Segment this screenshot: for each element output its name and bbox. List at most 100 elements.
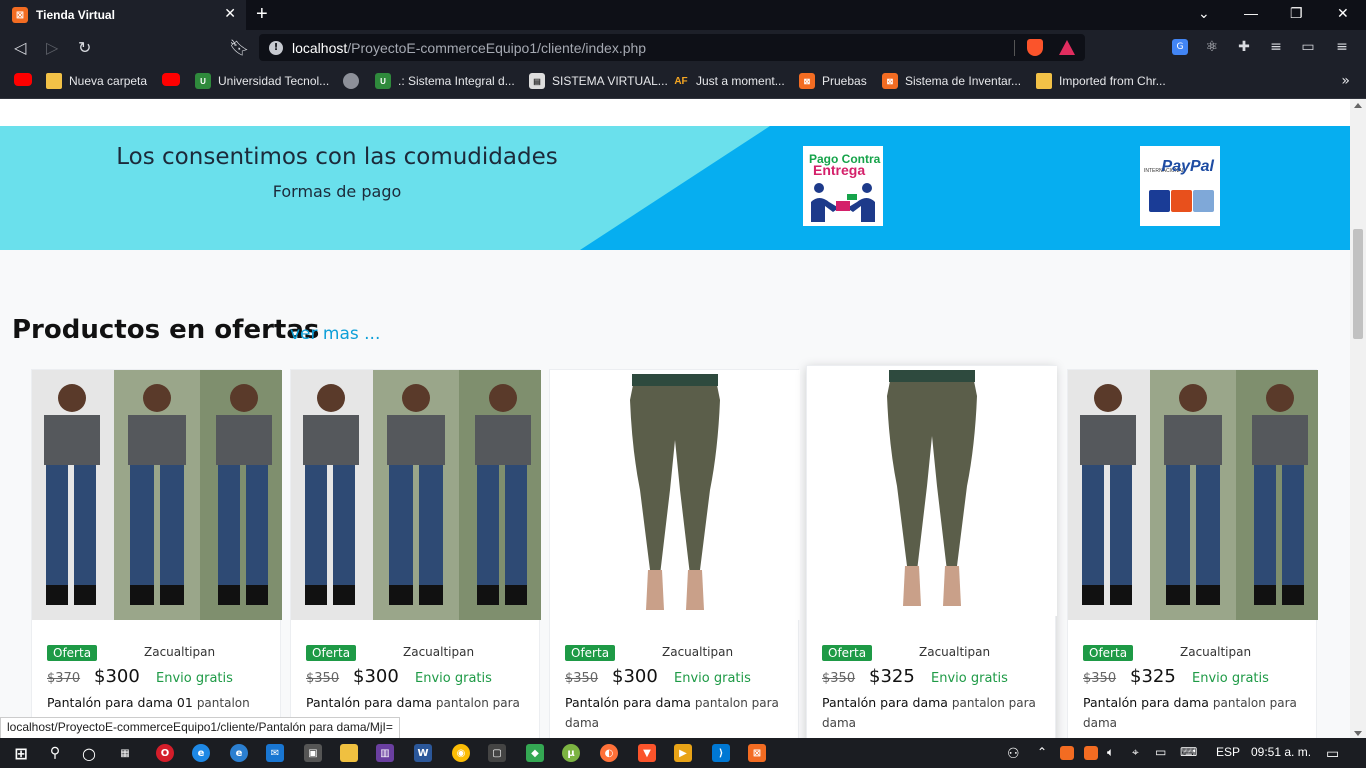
scroll-thumb[interactable] <box>1353 229 1363 339</box>
search-icon[interactable]: ⚲ <box>46 744 64 762</box>
youtube-icon <box>162 73 180 86</box>
word-icon[interactable]: W <box>414 744 432 762</box>
forward-button[interactable]: ▷ <box>46 38 58 57</box>
brave-shields-icon[interactable] <box>1027 39 1043 56</box>
store-icon[interactable]: ▣ <box>304 744 322 762</box>
wallet-icon[interactable]: ▭ <box>1300 39 1316 55</box>
new-tab-button[interactable]: + <box>256 3 268 26</box>
product-image[interactable] <box>550 370 800 620</box>
clock[interactable]: 09:51 a. m. <box>1251 745 1311 759</box>
xampp-tray-icon[interactable] <box>1084 746 1098 760</box>
close-tab-icon[interactable]: ✕ <box>224 6 236 22</box>
url-path: /ProyectoE-commerceEquipo1/cliente/index… <box>347 39 647 56</box>
bookmark-nueva-carpeta[interactable]: Nueva carpeta <box>46 73 147 89</box>
product-image[interactable] <box>32 370 282 620</box>
tab-strip: ⊠ Tienda Virtual ✕ + ⌄ — ❐ ✕ <box>0 0 1366 30</box>
bookmark-sistema-inventario[interactable]: ⊠ Sistema de Inventar... <box>882 73 1021 89</box>
media-controls-icon[interactable]: ≡ <box>1268 39 1284 55</box>
pago-contra-entrega-logo: Pago Contra Entrega <box>803 146 883 226</box>
bookmark-globe[interactable] <box>343 73 366 89</box>
app-icon[interactable]: ▥ <box>376 744 394 762</box>
more-bookmarks-icon[interactable]: » <box>1341 73 1350 89</box>
bookmark-just-a-moment[interactable]: AF Just a moment... <box>673 73 785 89</box>
browser-tab-active[interactable]: ⊠ Tienda Virtual ✕ <box>0 0 246 30</box>
cortana-icon[interactable]: ○ <box>80 744 98 763</box>
language-indicator[interactable]: ESP <box>1216 745 1240 759</box>
app-icon[interactable]: ▢ <box>488 744 506 762</box>
reload-button[interactable]: ↻ <box>78 38 91 57</box>
globe-icon <box>343 73 359 89</box>
product-name: Pantalón para dama <box>306 695 432 710</box>
scroll-down-arrow-icon[interactable] <box>1354 731 1362 736</box>
product-card[interactable]: Oferta Zacualtipan $350 $300 Envio grati… <box>549 369 800 740</box>
product-card[interactable]: Oferta Zacualtipan $350 $300 Envio grati… <box>290 369 541 740</box>
internet-explorer-icon[interactable]: e <box>230 744 248 762</box>
show-hidden-icons-chevron-icon[interactable]: ⌃ <box>1037 745 1047 759</box>
minimize-button[interactable]: — <box>1244 5 1258 21</box>
windows-start-icon[interactable]: ⊞ <box>12 744 30 763</box>
keyboard-icon[interactable]: ⌨ <box>1180 745 1197 759</box>
bookmark-universidad[interactable]: U Universidad Tecnol... <box>195 73 329 89</box>
bookmark-label: .: Sistema Integral d... <box>398 74 515 88</box>
product-name-block: Pantalón para dama pantalon para dama <box>822 693 1048 733</box>
product-image[interactable] <box>807 366 1057 616</box>
vscode-icon[interactable]: ⟩ <box>712 744 730 762</box>
youtube-icon <box>14 73 32 86</box>
product-card[interactable]: Oferta Zacualtipan $350 $325 Envio grati… <box>1067 369 1318 740</box>
xampp-tray-icon[interactable] <box>1060 746 1074 760</box>
address-bar[interactable]: ! localhost/ProyectoE-commerceEquipo1/cl… <box>259 34 1085 61</box>
old-price: $370 <box>47 671 81 686</box>
product-card[interactable]: Oferta Zacualtipan $350 $325 Envio grati… <box>806 365 1057 740</box>
utorrent-icon[interactable]: µ <box>562 744 580 762</box>
opera-icon[interactable]: O <box>156 744 174 762</box>
edge-icon[interactable]: e <box>192 744 210 762</box>
utt-icon: U <box>195 73 211 89</box>
firefox-icon[interactable]: ◐ <box>600 744 618 762</box>
bookmark-sistema-integral[interactable]: U .: Sistema Integral d... <box>375 73 515 89</box>
chrome-icon[interactable]: ◉ <box>452 744 470 762</box>
translate-extension-icon[interactable]: G <box>1172 39 1188 55</box>
store-name: Zacualtipan <box>144 645 216 659</box>
site-info-icon[interactable]: ! <box>269 40 283 55</box>
scroll-up-arrow-icon[interactable] <box>1354 103 1362 108</box>
react-extension-icon[interactable]: ⚛ <box>1204 39 1220 55</box>
task-view-icon[interactable]: ▦ <box>116 744 134 762</box>
people-icon[interactable]: ⚇ <box>1007 745 1020 762</box>
app-icon[interactable]: ◆ <box>526 744 544 762</box>
back-button[interactable]: ◁ <box>14 38 26 57</box>
menu-icon[interactable]: ≡ <box>1334 39 1350 55</box>
product-image[interactable] <box>291 370 541 620</box>
bookmark-label: Universidad Tecnol... <box>218 74 330 88</box>
mastercard-icon <box>1171 190 1192 212</box>
file-explorer-icon[interactable] <box>340 744 358 762</box>
bookmark-pruebas[interactable]: ⊠ Pruebas <box>799 73 867 89</box>
mail-icon[interactable]: ✉ <box>266 744 284 762</box>
notifications-icon[interactable]: ▭ <box>1326 745 1339 762</box>
media-player-icon[interactable]: ▶ <box>674 744 692 762</box>
xampp-icon[interactable]: ⊠ <box>748 744 766 762</box>
product-card[interactable]: Oferta Zacualtipan $370 $300 Envio grati… <box>31 369 282 740</box>
see-more-link[interactable]: ver mas ... <box>290 324 380 344</box>
price: $300 <box>353 666 399 687</box>
restore-button[interactable]: ❐ <box>1290 5 1303 22</box>
product-image[interactable] <box>1068 370 1318 620</box>
old-price: $350 <box>822 671 856 686</box>
bookmark-youtube-1[interactable] <box>14 73 39 86</box>
bookmark-imported[interactable]: Imported from Chr... <box>1036 73 1166 89</box>
page-scrollbar[interactable] <box>1350 99 1366 740</box>
product-name: Pantalón para dama 01 <box>47 695 193 710</box>
shipping-label: Envio gratis <box>931 671 1008 686</box>
bookmark-youtube-2[interactable] <box>162 73 187 86</box>
tab-search-chevron-icon[interactable]: ⌄ <box>1198 5 1210 22</box>
network-icon[interactable]: ⌖ <box>1132 745 1139 760</box>
battery-icon[interactable]: ▭ <box>1155 745 1166 759</box>
visa-icon <box>1149 190 1170 212</box>
brave-icon[interactable]: ▼ <box>638 744 656 762</box>
olive-pants-image <box>550 370 800 620</box>
brave-rewards-icon[interactable] <box>1059 40 1075 55</box>
close-window-button[interactable]: ✕ <box>1337 5 1349 22</box>
volume-icon[interactable]: 🔈︎ <box>1107 745 1114 760</box>
bookmark-sistema-virtual[interactable]: ▤ SISTEMA VIRTUAL... <box>529 73 668 89</box>
extensions-icon[interactable]: ✚ <box>1236 39 1252 55</box>
bookmark-page-icon[interactable]: 🔖︎ <box>229 38 249 57</box>
